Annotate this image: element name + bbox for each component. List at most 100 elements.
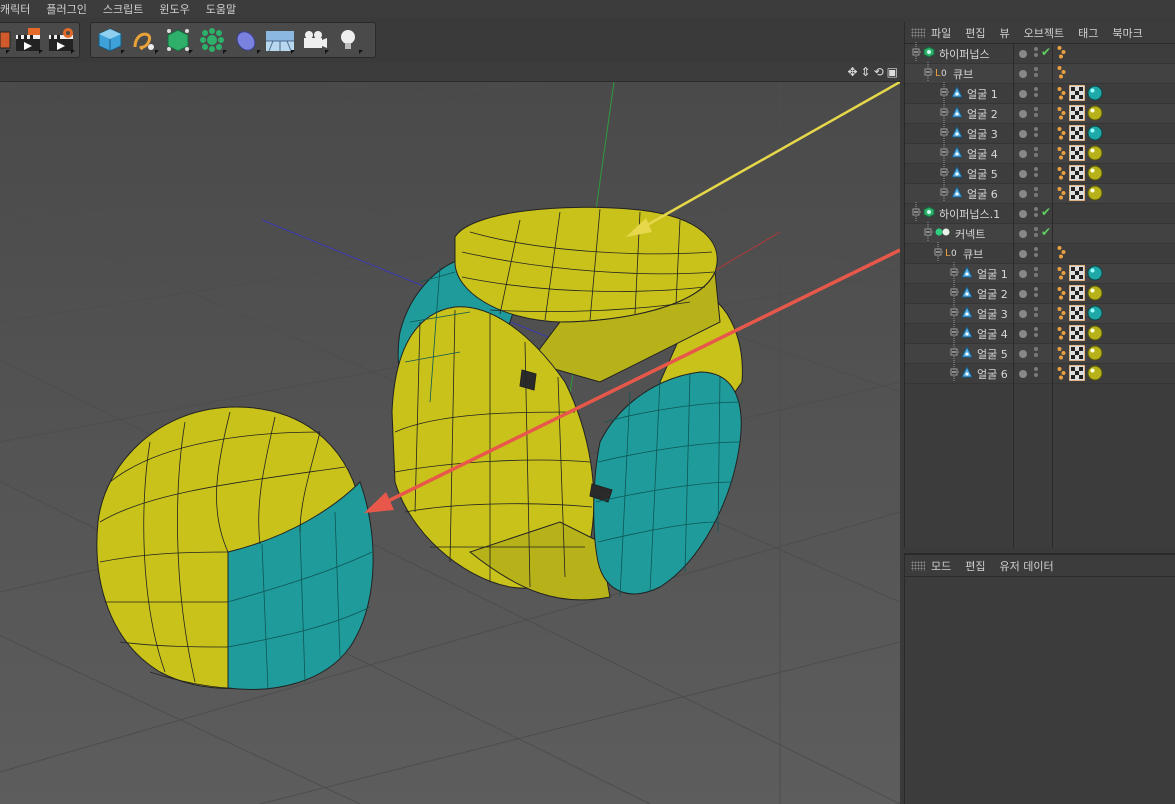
am-menu-edit[interactable]: 편집 [965, 558, 985, 574]
object-row[interactable]: 얼굴 6 [905, 362, 1175, 385]
checker-texture-tag-icon[interactable] [1068, 144, 1086, 164]
phong-tag-icon[interactable] [1057, 286, 1067, 303]
viewport-scene[interactable] [0, 82, 900, 804]
editor-render-toggle[interactable] [1034, 47, 1038, 61]
tree-expander-icon[interactable] [939, 182, 949, 205]
cyan-material-tag-icon[interactable] [1087, 265, 1103, 284]
editor-render-toggle[interactable] [1034, 87, 1038, 101]
menu-character[interactable]: 캐릭터 [0, 1, 44, 17]
visibility-dot[interactable] [1019, 330, 1027, 338]
phong-tag-icon[interactable] [1057, 126, 1067, 143]
object-row[interactable]: 얼굴 3 [905, 122, 1175, 144]
editor-render-toggle[interactable] [1034, 347, 1038, 361]
object-name[interactable]: L 0 큐브 [923, 62, 973, 85]
object-row[interactable]: 얼굴 1 [905, 82, 1175, 104]
visibility-dot[interactable] [1019, 230, 1027, 238]
editor-render-toggle[interactable] [1034, 287, 1038, 301]
floor-icon[interactable] [263, 24, 297, 56]
render-to-picture-viewer-icon[interactable] [12, 24, 44, 56]
cyan-material-tag-icon[interactable] [1087, 125, 1103, 144]
object-name[interactable]: 얼굴 3 [939, 122, 998, 144]
object-row[interactable]: 얼굴 3 [905, 302, 1175, 324]
object-name[interactable]: 커넥트 [923, 222, 985, 244]
editor-render-toggle[interactable] [1034, 187, 1038, 201]
yellow-material-tag-icon[interactable] [1087, 285, 1103, 304]
object-row[interactable]: L 0 큐브 [905, 242, 1175, 265]
object-row[interactable]: 얼굴 5 [905, 162, 1175, 184]
spline-pen-icon[interactable] [127, 24, 161, 56]
object-row[interactable]: 얼굴 4 [905, 142, 1175, 164]
yellow-material-tag-icon[interactable] [1087, 185, 1103, 204]
object-name[interactable]: 얼굴 3 [949, 302, 1008, 324]
render-settings-icon[interactable] [45, 24, 77, 56]
deformer-icon[interactable] [229, 24, 263, 56]
am-menu-mode[interactable]: 모드 [931, 558, 951, 574]
visibility-dot[interactable] [1019, 150, 1027, 158]
zoom-view-icon[interactable]: ⇕ [861, 65, 871, 79]
checker-texture-tag-icon[interactable] [1068, 364, 1086, 384]
visibility-dot[interactable] [1019, 250, 1027, 258]
object-name[interactable]: 하이퍼넙스.1 [911, 202, 1000, 224]
phong-tag-icon[interactable] [1057, 326, 1067, 343]
menu-window[interactable]: 윈도우 [159, 1, 203, 17]
yellow-material-tag-icon[interactable] [1087, 345, 1103, 364]
object-row[interactable]: 얼굴 5 [905, 342, 1175, 364]
maximize-view-icon[interactable]: ▣ [887, 65, 898, 79]
visibility-dot[interactable] [1019, 170, 1027, 178]
yellow-material-tag-icon[interactable] [1087, 325, 1103, 344]
visibility-dot[interactable] [1019, 130, 1027, 138]
cyan-material-tag-icon[interactable] [1087, 305, 1103, 324]
phong-tag-icon[interactable] [1057, 45, 1067, 62]
tree-expander-icon[interactable] [923, 62, 933, 85]
cyan-material-tag-icon[interactable] [1087, 85, 1103, 104]
object-name[interactable]: 하이퍼넙스 [911, 42, 990, 64]
editor-render-toggle[interactable] [1034, 327, 1038, 341]
visibility-dot[interactable] [1019, 370, 1027, 378]
checker-texture-tag-icon[interactable] [1068, 264, 1086, 284]
object-row[interactable]: 하이퍼넙스 ✔ [905, 42, 1175, 64]
yellow-material-tag-icon[interactable] [1087, 165, 1103, 184]
om-menu-view[interactable]: 뷰 [1000, 25, 1010, 41]
yellow-material-tag-icon[interactable] [1087, 145, 1103, 164]
enabled-check-icon[interactable]: ✔ [1041, 205, 1051, 219]
phong-tag-icon[interactable] [1057, 306, 1067, 323]
visibility-dot[interactable] [1019, 270, 1027, 278]
editor-render-toggle[interactable] [1034, 367, 1038, 381]
checker-texture-tag-icon[interactable] [1068, 324, 1086, 344]
object-name[interactable]: 얼굴 6 [949, 362, 1008, 385]
panel-grip-icon[interactable] [911, 560, 925, 571]
om-menu-bookmarks[interactable]: 북마크 [1112, 25, 1142, 41]
editor-render-toggle[interactable] [1034, 207, 1038, 221]
tree-expander-icon[interactable] [933, 242, 943, 265]
tree-expander-icon[interactable] [949, 362, 959, 385]
om-menu-tags[interactable]: 태그 [1078, 25, 1098, 41]
rotate-view-icon[interactable]: ⟲ [874, 65, 884, 79]
object-row[interactable]: 얼굴 4 [905, 322, 1175, 344]
object-name[interactable]: 얼굴 4 [939, 142, 998, 164]
camera-icon[interactable] [297, 24, 331, 56]
editor-render-toggle[interactable] [1034, 307, 1038, 321]
om-menu-objects[interactable]: 오브젝트 [1024, 25, 1064, 41]
object-name[interactable]: 얼굴 1 [939, 82, 998, 104]
render-region-icon[interactable] [0, 24, 12, 56]
object-row[interactable]: 커넥트 ✔ [905, 222, 1175, 244]
panel-grip-icon[interactable] [911, 27, 925, 38]
visibility-dot[interactable] [1019, 50, 1027, 58]
yellow-material-tag-icon[interactable] [1087, 105, 1103, 124]
editor-render-toggle[interactable] [1034, 267, 1038, 281]
object-name[interactable]: 얼굴 5 [949, 342, 1008, 364]
editor-render-toggle[interactable] [1034, 147, 1038, 161]
object-row[interactable]: 얼굴 2 [905, 102, 1175, 124]
phong-tag-icon[interactable] [1057, 346, 1067, 363]
phong-tag-icon[interactable] [1057, 65, 1067, 82]
phong-tag-icon[interactable] [1057, 86, 1067, 103]
object-name[interactable]: 얼굴 5 [939, 162, 998, 184]
checker-texture-tag-icon[interactable] [1068, 84, 1086, 104]
visibility-dot[interactable] [1019, 290, 1027, 298]
phong-tag-icon[interactable] [1057, 106, 1067, 123]
visibility-dot[interactable] [1019, 210, 1027, 218]
checker-texture-tag-icon[interactable] [1068, 344, 1086, 364]
checker-texture-tag-icon[interactable] [1068, 184, 1086, 204]
visibility-dot[interactable] [1019, 70, 1027, 78]
object-name[interactable]: 얼굴 2 [949, 282, 1008, 304]
